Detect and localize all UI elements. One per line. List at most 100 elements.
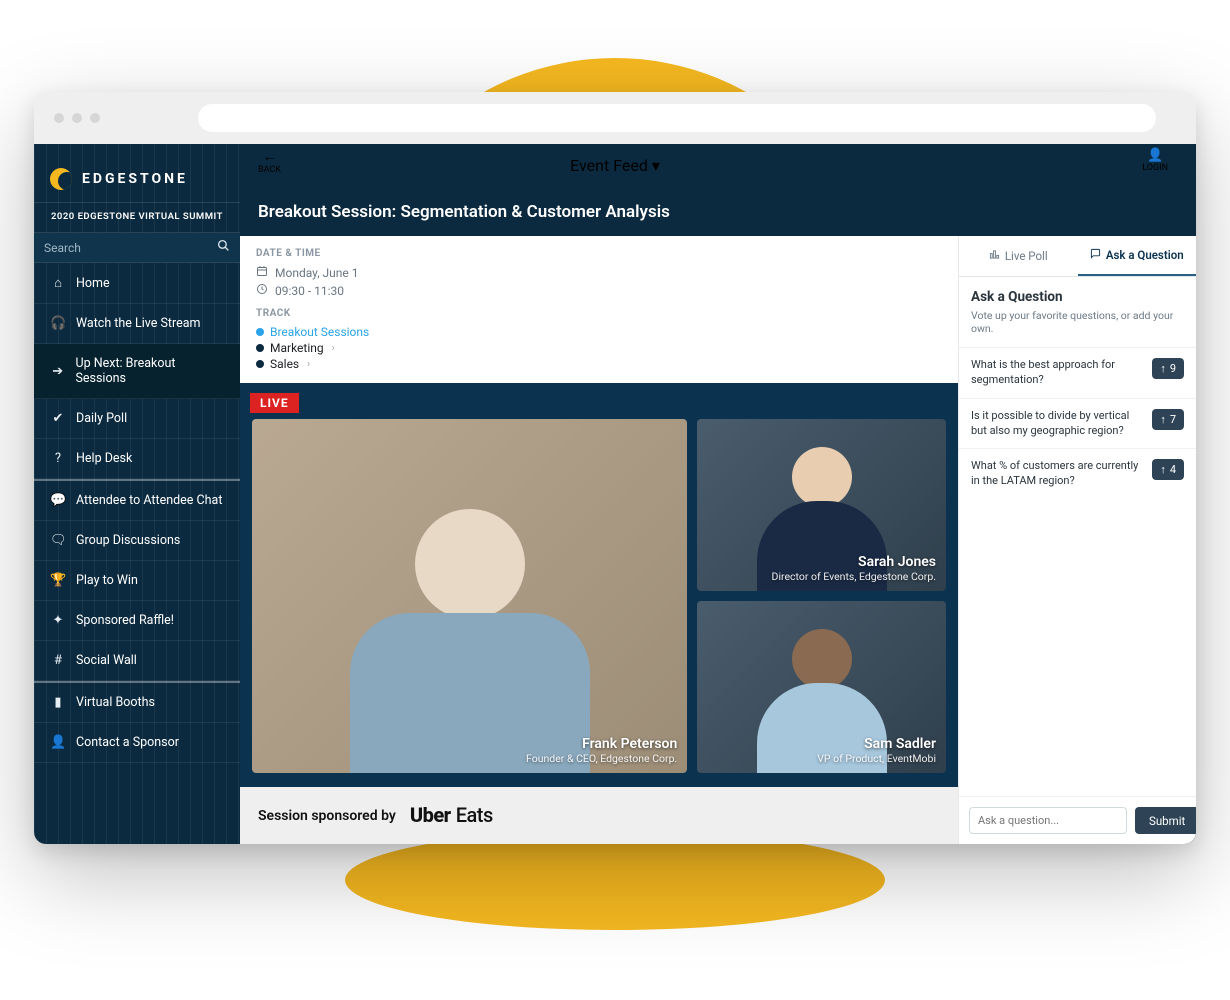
qa-text: What % of customers are currently in the… (971, 459, 1144, 489)
question-icon: ? (50, 451, 66, 466)
hash-icon: # (50, 653, 66, 668)
check-circle-icon: ✔ (50, 411, 66, 426)
sponsor-bar: Session sponsored by Uber Eats (240, 787, 958, 844)
sidebar-item[interactable]: ✔ Daily Poll (34, 399, 240, 439)
search-icon (217, 239, 230, 256)
live-badge: LIVE (250, 393, 299, 413)
track-label: Sales (270, 357, 299, 371)
datetime-header: DATE & TIME (256, 248, 942, 259)
headphones-icon: 🎧 (50, 316, 66, 331)
sidebar-item[interactable]: 🎧 Watch the Live Stream (34, 304, 240, 344)
sidebar-item-label: Help Desk (76, 451, 132, 466)
sidebar-search[interactable] (34, 233, 240, 263)
sidebar-item[interactable]: ➔Up Next: Breakout Sessions (34, 344, 240, 399)
sidebar-item-label: Play to Win (76, 573, 138, 588)
qa-subtext: Vote up your favorite questions, or add … (971, 309, 1184, 335)
qa-text: What is the best approach for segmentati… (971, 358, 1144, 388)
sidebar-item[interactable]: ? Help Desk (34, 439, 240, 479)
arrow-up-icon: ↑ (1160, 413, 1166, 426)
person-icon: 👤 (50, 735, 66, 750)
traffic-light-dot (72, 113, 82, 123)
sidebar-item-label: Sponsored Raffle! (76, 613, 174, 628)
session-meta: DATE & TIME Monday, June 1 09:30 - 11:3 (240, 236, 958, 383)
browser-chrome (34, 92, 1196, 144)
sidebar-item-label: Daily Poll (76, 411, 127, 426)
tab-live-poll[interactable]: Live Poll (959, 236, 1078, 276)
clock-icon (256, 283, 268, 298)
traffic-light-dot (54, 113, 64, 123)
sidebar-item[interactable]: ▮Virtual Booths (34, 681, 240, 723)
chat-icon (1090, 248, 1101, 262)
chevron-right-icon: › (307, 359, 310, 370)
track-dot-icon (256, 360, 264, 368)
vote-count: 7 (1170, 413, 1176, 426)
brand-logo[interactable]: EDGESTONE (34, 144, 240, 202)
session-time: 09:30 - 11:30 (275, 284, 344, 298)
arrow-left-icon: ← (262, 148, 276, 165)
speaker-role: Director of Events, Edgestone Corp. (772, 570, 936, 583)
video-area: LIVE Frank Peterson Founder & CEO, Edges… (240, 383, 958, 787)
arrow-up-icon: ↑ (1160, 463, 1166, 476)
sidebar-item[interactable]: #Social Wall (34, 641, 240, 681)
login-button[interactable]: 👤 LOGIN (1142, 148, 1168, 173)
track-link[interactable]: Marketing› (256, 341, 942, 355)
upvote-button[interactable]: ↑4 (1152, 459, 1184, 480)
sponsor-logo: Uber Eats (410, 803, 493, 828)
arrow-up-icon: ↑ (1160, 362, 1166, 375)
login-label: LOGIN (1142, 163, 1168, 173)
chevron-right-icon: › (332, 343, 335, 354)
summit-title: 2020 EDGESTONE VIRTUAL SUMMIT (34, 202, 240, 233)
speaker-tile-main[interactable]: Frank Peterson Founder & CEO, Edgestone … (252, 419, 687, 773)
sidebar-item[interactable]: 💬 Attendee to Attendee Chat (34, 479, 240, 521)
upvote-button[interactable]: ↑7 (1152, 409, 1184, 430)
search-input[interactable] (44, 241, 217, 255)
qa-item: What % of customers are currently in the… (959, 448, 1196, 499)
sidebar-item-label: Contact a Sponsor (76, 735, 179, 750)
sidebar-item-label: Up Next: Breakout Sessions (75, 356, 224, 386)
discussion-icon: 🗨 (50, 533, 66, 548)
back-label: BACK (258, 165, 281, 175)
sidebar-item-label: Home (76, 276, 110, 291)
sidebar: EDGESTONE 2020 EDGESTONE VIRTUAL SUMMIT … (34, 144, 240, 844)
traffic-light-dot (90, 113, 100, 123)
sidebar-item[interactable]: 🏆Play to Win (34, 561, 240, 601)
browser-frame: ← BACK Event Feed ▾ 👤 LOGIN EDGESTONE 20… (34, 92, 1196, 844)
qa-heading: Ask a Question (971, 289, 1184, 305)
qa-list: What is the best approach for segmentati… (959, 339, 1196, 796)
session-date: Monday, June 1 (275, 266, 359, 280)
qa-item: What is the best approach for segmentati… (959, 347, 1196, 398)
sidebar-item-label: Attendee to Attendee Chat (76, 493, 222, 508)
bookmark-icon: ▮ (50, 695, 66, 710)
speaker-role: VP of Product, EventMobi (817, 752, 936, 765)
speaker-tile[interactable]: Sam Sadler VP of Product, EventMobi (697, 601, 946, 773)
track-link[interactable]: Breakout Sessions (256, 325, 942, 339)
track-dot-icon (256, 344, 264, 352)
track-link[interactable]: Sales › (256, 357, 942, 371)
track-header: TRACK (256, 308, 942, 319)
qa-input[interactable] (969, 807, 1127, 834)
event-feed-dropdown[interactable]: Event Feed ▾ (570, 156, 660, 175)
url-bar[interactable] (198, 104, 1156, 132)
poll-icon (989, 249, 1000, 263)
wand-icon: ✦ (50, 613, 66, 628)
qa-panel: Live Poll Ask a Question Ask a Question … (958, 236, 1196, 844)
tab-label: Live Poll (1005, 249, 1048, 263)
speaker-name: Sam Sadler (817, 736, 936, 752)
speaker-name: Frank Peterson (526, 736, 677, 752)
tab-ask-question[interactable]: Ask a Question (1078, 236, 1197, 276)
upvote-button[interactable]: ↑9 (1152, 358, 1184, 379)
sidebar-item-label: Watch the Live Stream (76, 316, 201, 331)
qa-text: Is it possible to divide by vertical but… (971, 409, 1144, 439)
qa-submit-button[interactable]: Submit (1135, 807, 1196, 834)
sidebar-item[interactable]: ✦ Sponsored Raffle! (34, 601, 240, 641)
page-title: Breakout Session: Segmentation & Custome… (240, 182, 1196, 236)
speaker-tile[interactable]: Sarah Jones Director of Events, Edgeston… (697, 419, 946, 591)
vote-count: 4 (1170, 463, 1176, 476)
sidebar-item[interactable]: ⌂Home (34, 263, 240, 304)
event-feed-label: Event Feed (570, 156, 648, 175)
chat-icon: 💬 (50, 493, 66, 508)
sidebar-item[interactable]: 🗨Group Discussions (34, 521, 240, 561)
back-button[interactable]: ← BACK (258, 148, 281, 175)
track-label: Breakout Sessions (270, 325, 369, 339)
sidebar-item[interactable]: 👤 Contact a Sponsor (34, 723, 240, 763)
